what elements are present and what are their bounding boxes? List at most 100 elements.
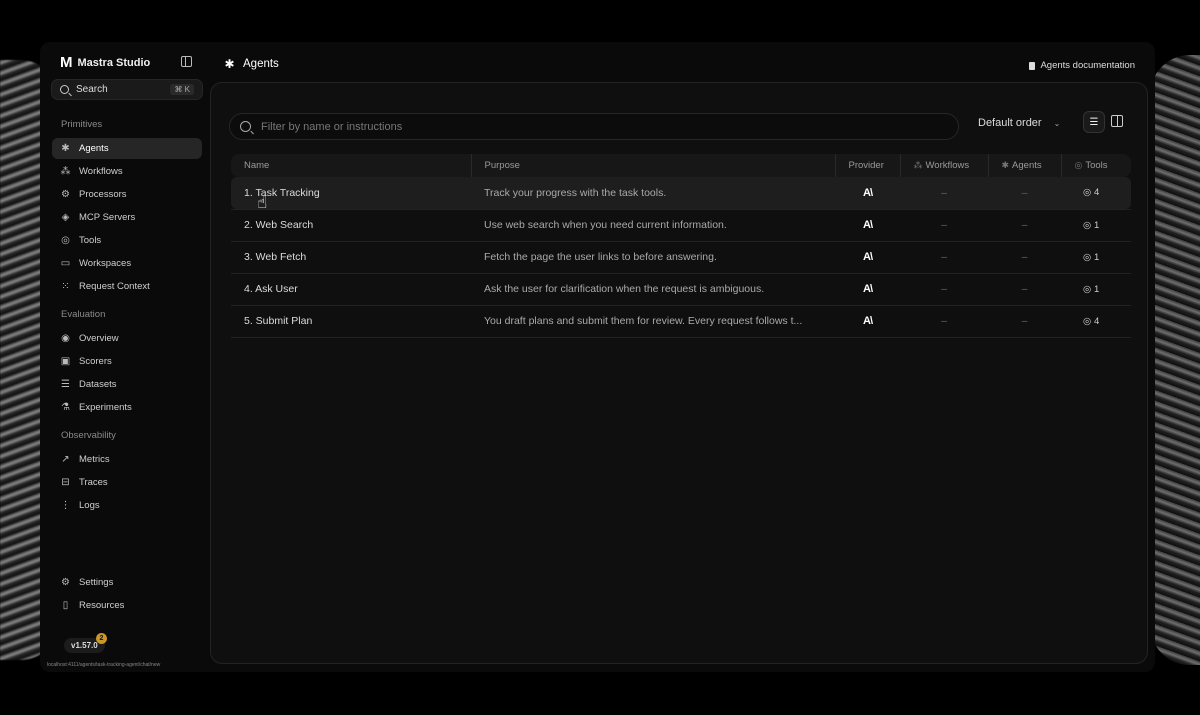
search-icon xyxy=(240,121,251,132)
tools-icon: ◎ xyxy=(61,235,70,246)
sidebar-item-label: Scorers xyxy=(79,356,112,367)
processors-icon: ⚙ xyxy=(61,189,70,200)
table-row[interactable]: 1. Task Tracking Track your progress wit… xyxy=(231,177,1131,209)
list-view-button[interactable]: ☰ xyxy=(1083,111,1105,133)
page-header: ✱ Agents xyxy=(224,57,278,71)
sidebar-item-label: Agents xyxy=(79,143,109,154)
search-button[interactable]: Search ⌘ K xyxy=(51,79,203,100)
section-evaluation: Evaluation xyxy=(61,309,106,320)
agent-tools-count: 1 xyxy=(1093,251,1100,263)
agent-tools: ◎ 4 xyxy=(1061,177,1131,209)
status-url: localhost:4111/agents/task-tracking-agen… xyxy=(47,662,161,668)
sidebar-item-mcp-servers[interactable]: ◈ MCP Servers xyxy=(52,207,202,228)
sidebar-item-traces[interactable]: ⊟ Traces xyxy=(52,472,202,493)
search-label: Search xyxy=(76,84,108,95)
agent-subagents: – xyxy=(1021,283,1028,295)
agent-tools: ◎ 1 xyxy=(1061,273,1131,305)
tools-icon: ◎ xyxy=(1083,283,1092,295)
agent-tools: ◎ 1 xyxy=(1061,241,1131,273)
app-window: M Mastra Studio Search ⌘ K Primitives ✱ … xyxy=(40,42,1155,672)
database-icon: ☰ xyxy=(61,379,70,390)
agent-tools-count: 4 xyxy=(1093,315,1100,327)
agents-panel: Filter by name or instructions Default o… xyxy=(210,82,1148,664)
workflows-icon: ⁂ xyxy=(913,160,923,170)
sidebar-item-metrics[interactable]: ↗ Metrics xyxy=(52,449,202,470)
sidebar-item-scorers[interactable]: ▣ Scorers xyxy=(52,351,202,372)
sidebar-item-label: Workflows xyxy=(79,166,123,177)
table-row[interactable]: 3. Web Fetch Fetch the page the user lin… xyxy=(231,241,1131,273)
agent-name: 4. Ask User xyxy=(244,283,298,295)
sidebar-item-experiments[interactable]: ⚗ Experiments xyxy=(52,397,202,418)
sidebar-item-agents[interactable]: ✱ Agents xyxy=(52,138,202,159)
sidebar-item-settings[interactable]: ⚙ Settings xyxy=(52,572,202,593)
sidebar-item-datasets[interactable]: ☰ Datasets xyxy=(52,374,202,395)
sidebar-item-workspaces[interactable]: ▭ Workspaces xyxy=(52,253,202,274)
search-icon xyxy=(60,85,69,94)
sidebar-item-overview[interactable]: ◉ Overview xyxy=(52,328,202,349)
sidebar-item-label: Workspaces xyxy=(79,258,132,269)
sidebar-item-label: Resources xyxy=(79,600,125,611)
column-header-workflows[interactable]: ⁂ Workflows xyxy=(900,154,989,177)
overview-icon: ◉ xyxy=(61,333,70,344)
agent-workflows: – xyxy=(941,315,947,327)
sidebar-item-label: Settings xyxy=(79,577,114,588)
decorative-background-right xyxy=(1150,55,1200,665)
sidebar-item-label: Traces xyxy=(79,477,108,488)
request-context-icon: ⁙ xyxy=(61,281,70,292)
workflows-icon: ⁂ xyxy=(60,166,71,177)
agents-table: Name Purpose Provider ⁂ Workflows ✱ Agents… xyxy=(231,154,1131,338)
list-icon: ⋮ xyxy=(60,500,71,511)
flask-icon: ⚗ xyxy=(61,402,70,413)
agent-workflows: – xyxy=(941,283,947,295)
sidebar-item-resources[interactable]: ▯ Resources xyxy=(52,595,202,616)
mcp-icon: ◈ xyxy=(61,212,70,223)
column-header-tools[interactable]: ◎ Tools xyxy=(1061,154,1131,177)
sidebar-item-tools[interactable]: ◎ Tools xyxy=(52,230,202,251)
agent-purpose: You draft plans and submit them for revi… xyxy=(484,315,803,327)
documentation-link[interactable]: Agents documentation xyxy=(1029,60,1135,71)
column-header-workflows-label: Workflows xyxy=(925,160,970,171)
sidebar-item-label: Datasets xyxy=(79,379,117,390)
book-icon xyxy=(1029,61,1036,70)
table-row[interactable]: 4. Ask User Ask the user for clarificati… xyxy=(231,273,1131,305)
sidebar-item-workflows[interactable]: ⁂ Workflows xyxy=(52,161,202,182)
sidebar-item-processors[interactable]: ⚙ Processors xyxy=(52,184,202,205)
sidebar-item-request-context[interactable]: ⁙ Request Context xyxy=(52,276,202,297)
order-select[interactable]: Default order ⌄ xyxy=(978,117,1060,129)
table-row[interactable]: 2. Web Search Use web search when you ne… xyxy=(231,209,1131,241)
sidebar-toggle-icon[interactable] xyxy=(181,56,192,67)
column-header-agents[interactable]: ✱ Agents xyxy=(988,154,1062,177)
table-row[interactable]: 5. Submit Plan You draft plans and submi… xyxy=(231,305,1131,337)
anthropic-provider-icon: A\ xyxy=(863,251,873,263)
agent-subagents: – xyxy=(1021,219,1028,231)
sidebar-item-label: Logs xyxy=(79,500,100,511)
table-header-row: Name Purpose Provider ⁂ Workflows ✱ Agents… xyxy=(231,154,1131,177)
column-header-provider[interactable]: Provider xyxy=(835,154,901,177)
tools-icon: ◎ xyxy=(1083,219,1092,231)
agent-name: 3. Web Fetch xyxy=(244,251,307,263)
sidebar-item-label: Overview xyxy=(79,333,119,344)
section-observability: Observability xyxy=(61,430,116,441)
mastra-logo-icon: M xyxy=(60,54,72,71)
chevron-down-icon: ⌄ xyxy=(1053,118,1061,128)
tools-icon: ◎ xyxy=(1083,315,1092,327)
filter-input[interactable]: Filter by name or instructions xyxy=(229,113,959,140)
agent-workflows: – xyxy=(900,177,988,209)
anthropic-provider-icon: A\ xyxy=(863,219,873,231)
agent-workflows: – xyxy=(941,219,947,231)
tools-icon: ◎ xyxy=(1083,187,1092,199)
brand[interactable]: M Mastra Studio xyxy=(60,54,150,71)
column-header-purpose[interactable]: Purpose xyxy=(471,154,836,177)
tools-icon: ◎ xyxy=(1083,251,1092,263)
search-shortcut: ⌘ K xyxy=(170,84,194,95)
column-header-agents-label: Agents xyxy=(1012,160,1042,171)
columns-view-button[interactable] xyxy=(1111,115,1123,127)
column-header-name[interactable]: Name xyxy=(231,154,472,177)
sidebar-item-label: Processors xyxy=(79,189,127,200)
brand-name: Mastra Studio xyxy=(77,56,151,69)
sidebar-item-logs[interactable]: ⋮ Logs xyxy=(52,495,202,516)
hand-cursor-icon: ☝ xyxy=(257,193,268,212)
agents-icon: ✱ xyxy=(1001,160,1010,170)
agent-name: 5. Submit Plan xyxy=(244,315,313,327)
agent-purpose: Fetch the page the user links to before … xyxy=(484,251,717,263)
